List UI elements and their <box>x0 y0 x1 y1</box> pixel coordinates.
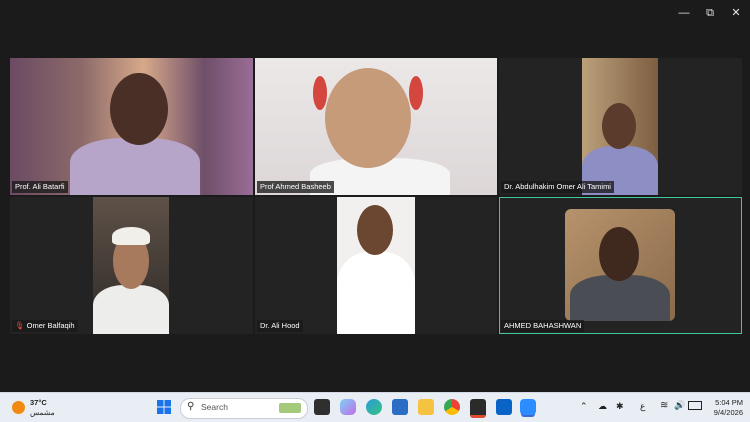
video-tile[interactable]: Prof Ahmed Basheeb <box>255 58 497 195</box>
restore-icon[interactable]: ⧉ <box>698 4 722 22</box>
participant-body <box>337 252 415 334</box>
copilot-icon[interactable] <box>340 399 356 415</box>
participant-head <box>602 103 636 149</box>
video-tile[interactable]: Dr. Abdulhakim Omer Ali Tamimi <box>499 58 742 195</box>
edge-icon[interactable] <box>366 399 382 415</box>
zoom-icon[interactable] <box>520 399 536 415</box>
participant-head <box>110 73 168 145</box>
video-tile[interactable]: Prof. Ali Batarfi <box>10 58 253 195</box>
chevron-up-icon[interactable]: ⌃ <box>580 401 588 412</box>
windows-taskbar: 37°C مشمس ⚲ Search ⌃ ☁ ✱ ع ≋ 🔊 5:04 PM 9… <box>0 392 750 422</box>
headphones-icon <box>313 76 327 110</box>
participant-body <box>93 285 169 334</box>
battery-icon[interactable] <box>688 401 702 410</box>
headphones-icon <box>409 76 423 110</box>
participant-name: Dr. Abdulhakim Omer Ali Tamimi <box>501 181 614 193</box>
participant-name: Prof. Ali Batarfi <box>12 181 68 193</box>
store-icon[interactable] <box>392 399 408 415</box>
volume-icon[interactable]: 🔊 <box>674 400 685 411</box>
outlook-icon[interactable] <box>496 399 512 415</box>
participant-head <box>325 68 411 168</box>
search-icon: ⚲ <box>187 401 195 412</box>
participant-name: Prof Ahmed Basheeb <box>257 181 334 193</box>
task-view-icon[interactable] <box>314 399 330 415</box>
cap-icon <box>112 227 150 245</box>
video-tile[interactable]: 🎙 Omer Balfaqih <box>10 197 253 334</box>
participant-head <box>599 227 639 281</box>
clock-time[interactable]: 5:04 PM <box>703 398 743 407</box>
participant-head <box>357 205 393 255</box>
mic-muted-icon: 🎙 <box>15 321 25 330</box>
search-placeholder: Search <box>201 402 228 412</box>
file-explorer-icon[interactable] <box>418 399 434 415</box>
photos-icon[interactable] <box>470 399 486 418</box>
weather-condition: مشمس <box>30 408 55 417</box>
video-tile[interactable]: Dr. Ali Hood <box>255 197 497 334</box>
bluetooth-icon[interactable]: ✱ <box>616 401 624 412</box>
clock-date[interactable]: 9/4/2026 <box>703 408 743 417</box>
onedrive-icon[interactable]: ☁ <box>598 401 607 412</box>
start-icon[interactable] <box>156 399 172 415</box>
video-tile-active-speaker[interactable]: AHMED BAHASHWAN <box>499 197 742 334</box>
search-box[interactable]: ⚲ Search <box>180 398 308 419</box>
sun-icon[interactable] <box>12 401 25 414</box>
window-titlebar: — ⧉ ✕ <box>0 0 750 28</box>
participant-name: Omer Balfaqih <box>26 321 75 330</box>
close-icon[interactable]: ✕ <box>724 4 748 22</box>
participant-body <box>570 275 670 321</box>
keyboard-lang-icon[interactable]: ع <box>640 401 645 412</box>
minimize-icon[interactable]: — <box>672 4 696 22</box>
search-highlight-icon <box>279 403 301 413</box>
participant-body <box>70 138 200 195</box>
chrome-icon[interactable] <box>444 399 460 415</box>
participant-name: AHMED BAHASHWAN <box>501 320 585 332</box>
participant-photo <box>565 209 675 321</box>
participant-name: Dr. Ali Hood <box>257 320 303 332</box>
weather-temp[interactable]: 37°C <box>30 398 47 407</box>
wifi-icon[interactable]: ≋ <box>660 400 668 411</box>
participant-name-tag: 🎙 Omer Balfaqih <box>12 320 78 332</box>
video-grid: Prof. Ali Batarfi Prof Ahmed Basheeb Dr.… <box>10 58 742 334</box>
